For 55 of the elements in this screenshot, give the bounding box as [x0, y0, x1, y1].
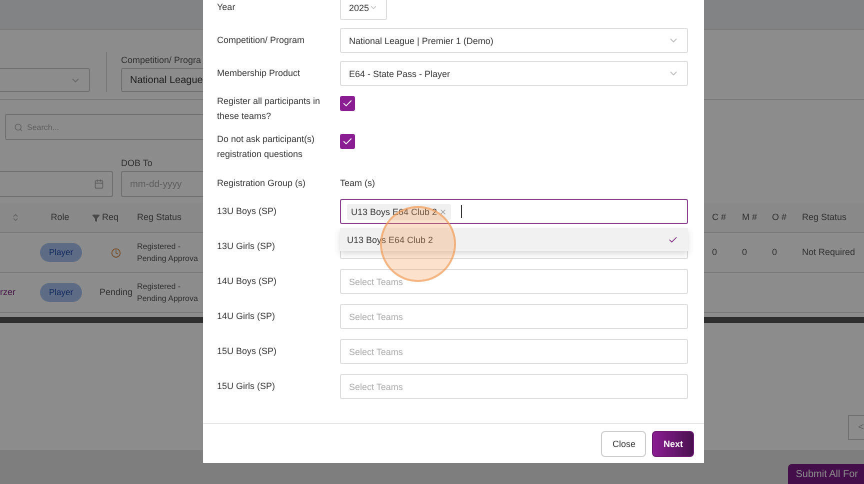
field-label: Competition/ Progra	[121, 55, 202, 65]
field-label: DOB To	[121, 158, 154, 168]
table-cell-text: Not Required	[802, 246, 856, 259]
table-cell-text: Registered - Pending Approva	[137, 241, 199, 264]
table-cell-text: 0	[712, 246, 718, 259]
role-badge: Player	[40, 283, 82, 302]
select-field[interactable]: E64 - State Pass - Player	[340, 61, 688, 86]
team-select-field[interactable]: Select Teams	[340, 374, 688, 399]
team-select-field[interactable]: Select Teams	[340, 269, 688, 294]
filter-icon[interactable]	[92, 214, 100, 222]
close-button[interactable]: Close	[601, 430, 646, 456]
column-header: Role	[50, 210, 70, 224]
team-select-field[interactable]: U13 Boys E64 Club 2	[340, 199, 688, 224]
field-label: Competition/ Program	[217, 34, 306, 47]
field-label: Year	[217, 1, 236, 14]
checkbox[interactable]	[340, 134, 355, 149]
table-cell-text: 0	[742, 246, 748, 259]
check-icon	[668, 234, 678, 244]
select-field[interactable]	[0, 68, 90, 92]
group-label: 14U Boys (SP)	[217, 275, 278, 288]
column-header: Team (s)	[340, 177, 376, 190]
column-header: O #	[772, 210, 788, 224]
select-field[interactable]: National League | Premier 1 (Demo)	[340, 28, 688, 53]
column-header: C #	[712, 210, 728, 224]
table-cell-text: Registered - Pending Approva	[137, 281, 199, 304]
team-tag[interactable]: U13 Boys E64 Club 2	[347, 204, 452, 220]
submit-button[interactable]: Submit All For	[788, 464, 864, 484]
group-label: 14U Girls (SP)	[217, 310, 276, 323]
calendar-icon	[94, 179, 104, 189]
text-cursor	[461, 205, 462, 218]
group-label: 15U Boys (SP)	[217, 345, 278, 358]
search-icon	[14, 122, 23, 132]
column-header: Reg Status	[802, 210, 848, 224]
column-header: M #	[742, 210, 758, 224]
role-badge: Player	[40, 243, 82, 262]
check-icon	[342, 136, 353, 147]
team-select-field[interactable]: Select Teams	[340, 304, 688, 329]
column-header: Req	[102, 210, 120, 224]
table-cell-text: 0	[772, 246, 778, 259]
name-link[interactable]: rzer	[0, 286, 16, 300]
team-select-field[interactable]: Select Teams	[340, 339, 688, 364]
group-label: 13U Boys (SP)	[217, 205, 278, 218]
select-field[interactable]: 2025	[340, 0, 387, 20]
remove-icon	[439, 208, 448, 216]
check-icon	[342, 98, 353, 109]
group-label: 15U Girls (SP)	[217, 380, 276, 393]
field-label: Membership Product	[217, 67, 302, 80]
next-button[interactable]: Next	[652, 430, 694, 456]
clock-icon	[111, 248, 121, 258]
sort-icon[interactable]	[10, 213, 20, 222]
date-field[interactable]	[0, 171, 113, 197]
table-cell-text: Pending	[99, 286, 133, 299]
checkbox[interactable]	[340, 96, 355, 111]
group-label: 13U Girls (SP)	[217, 240, 276, 253]
column-header: Reg Status	[137, 210, 183, 224]
